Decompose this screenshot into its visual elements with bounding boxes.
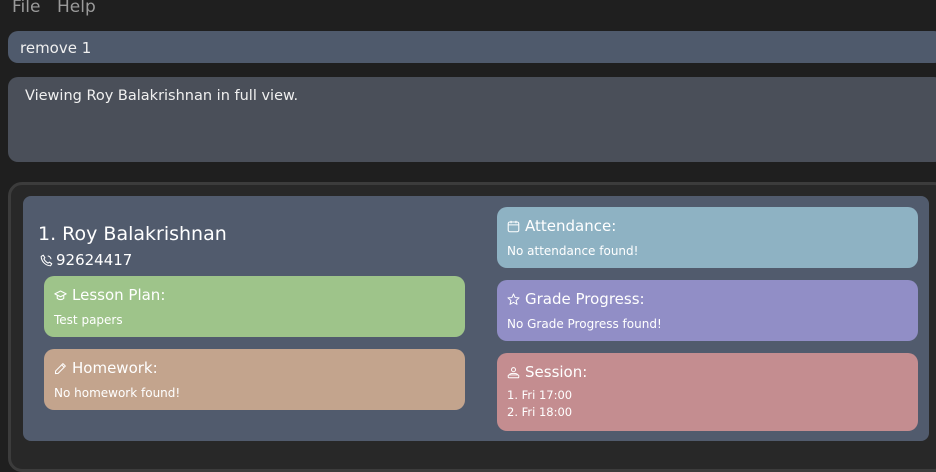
result-display: Viewing Roy Balakrishnan in full view. xyxy=(8,77,936,162)
phone-icon xyxy=(40,254,53,267)
lesson-plan-card: Lesson Plan: Test papers xyxy=(44,276,465,337)
attendance-body: No attendance found! xyxy=(507,244,639,258)
grade-progress-title: Grade Progress: xyxy=(525,290,645,308)
session-card: Session: 1. Fri 17:00 2. Fri 18:00 xyxy=(497,353,918,431)
lesson-plan-title: Lesson Plan: xyxy=(72,286,166,304)
homework-card: Homework: No homework found! xyxy=(44,349,465,410)
menu-bar: File Help xyxy=(0,0,936,22)
grade-progress-body: No Grade Progress found! xyxy=(507,317,662,331)
command-input[interactable]: remove 1 xyxy=(8,31,936,63)
person-name: 1. Roy Balakrishnan xyxy=(38,223,227,245)
pencil-icon xyxy=(54,362,67,375)
session-item: 1. Fri 17:00 xyxy=(507,388,573,402)
menu-help[interactable]: Help xyxy=(57,0,96,17)
lesson-plan-body: Test papers xyxy=(54,313,123,327)
homework-body: No homework found! xyxy=(54,386,181,400)
session-title: Session: xyxy=(525,363,588,381)
attendance-title: Attendance: xyxy=(525,217,617,235)
person-phone: 92624417 xyxy=(40,251,132,269)
session-item: 2. Fri 18:00 xyxy=(507,404,573,419)
grade-progress-card: Grade Progress: No Grade Progress found! xyxy=(497,280,918,341)
star-icon xyxy=(507,292,520,306)
phone-number: 92624417 xyxy=(56,251,133,269)
session-list: 1. Fri 17:00 2. Fri 18:00 xyxy=(507,387,908,420)
session-icon xyxy=(507,366,520,379)
menu-file[interactable]: File xyxy=(12,0,40,17)
calendar-icon xyxy=(507,220,520,233)
attendance-card: Attendance: No attendance found! xyxy=(497,207,918,268)
graduation-cap-icon xyxy=(54,289,67,302)
homework-title: Homework: xyxy=(72,359,158,377)
